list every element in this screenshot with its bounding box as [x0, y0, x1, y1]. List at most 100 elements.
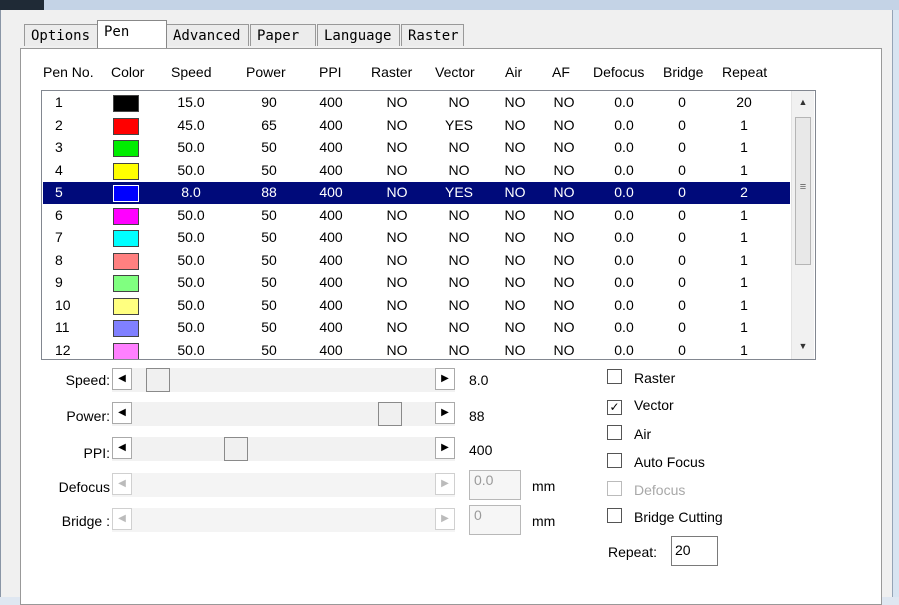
- ppi-value: 400: [469, 442, 493, 458]
- raster-checkbox[interactable]: Raster: [607, 369, 675, 389]
- table-row[interactable]: 12 50.0 50 400 NO NO NO NO 0.0 0 1: [43, 340, 790, 359]
- cell-repeat: 1: [740, 251, 748, 268]
- cell-speed: 8.0: [181, 184, 201, 200]
- cell-vector: NO: [448, 251, 470, 268]
- pen-color-swatch: [113, 342, 139, 359]
- cell-af: NO: [553, 94, 575, 110]
- speed-right-arrow-icon[interactable]: ▶: [435, 368, 455, 390]
- auto-focus-checkbox[interactable]: Auto Focus: [607, 453, 705, 473]
- pen-color-swatch: [113, 162, 139, 180]
- cell-power: 50: [261, 341, 277, 358]
- header-defocus: Defocus: [593, 64, 645, 80]
- cell-air: NO: [504, 229, 526, 245]
- table-row[interactable]: 4 50.0 50 400 NO NO NO NO 0.0 0 1: [43, 160, 790, 182]
- cell-af: NO: [553, 139, 575, 155]
- tab-language[interactable]: Language: [317, 24, 400, 46]
- checkbox-box[interactable]: [607, 425, 622, 440]
- checkbox-box[interactable]: ✓: [607, 400, 622, 415]
- cell-repeat: 1: [740, 139, 748, 155]
- vector-checkbox[interactable]: ✓ Vector: [607, 397, 674, 417]
- cell-air: NO: [504, 161, 526, 178]
- speed-slider-thumb[interactable]: [145, 368, 170, 392]
- table-row[interactable]: 2 45.0 65 400 NO YES NO NO 0.0 0 1: [43, 115, 790, 137]
- cell-speed: 50.0: [177, 251, 205, 268]
- checkbox-box: [607, 481, 622, 496]
- bridge-cutting-checkbox[interactable]: Bridge Cutting: [607, 508, 723, 528]
- cell-vector: NO: [448, 274, 470, 290]
- table-row[interactable]: 1 15.0 90 400 NO NO NO NO 0.0 0 20: [43, 92, 790, 114]
- cell-defocus: 0.0: [614, 94, 634, 110]
- ppi-slider-thumb[interactable]: [224, 437, 249, 461]
- cell-ppi: 400: [319, 161, 343, 178]
- table-row[interactable]: 5 8.0 88 400 NO YES NO NO 0.0 0 2: [43, 182, 790, 204]
- scroll-up-arrow-icon[interactable]: ▲: [792, 93, 814, 111]
- checkbox-box[interactable]: [607, 453, 622, 468]
- cell-defocus: 0.0: [614, 251, 634, 268]
- power-right-arrow-icon[interactable]: ▶: [435, 402, 455, 424]
- repeat-input[interactable]: 20: [671, 536, 718, 566]
- table-row[interactable]: 11 50.0 50 400 NO NO NO NO 0.0 0 1: [43, 317, 790, 339]
- table-row[interactable]: 6 50.0 50 400 NO NO NO NO 0.0 0 1: [43, 205, 790, 227]
- speed-value: 8.0: [469, 372, 489, 388]
- pen-table-header: Pen No. Color Speed Power PPI Raster Vec…: [40, 64, 800, 84]
- cell-air: NO: [504, 139, 526, 155]
- bridge-unit: mm: [532, 513, 556, 529]
- checkbox-box[interactable]: [607, 508, 622, 523]
- defocus-left-arrow-icon: ◀: [112, 473, 132, 495]
- cell-air: NO: [504, 184, 526, 200]
- cell-raster: NO: [386, 206, 408, 223]
- cell-repeat: 1: [740, 206, 748, 223]
- tab-options[interactable]: Options: [24, 24, 98, 46]
- tab-raster[interactable]: Raster: [401, 24, 464, 46]
- cell-power: 65: [261, 116, 277, 133]
- speed-left-arrow-icon[interactable]: ◀: [112, 368, 132, 390]
- table-row[interactable]: 3 50.0 50 400 NO NO NO NO 0.0 0 1: [43, 137, 790, 159]
- speed-label: Speed:: [65, 372, 110, 388]
- cell-air: NO: [504, 206, 526, 223]
- cell-speed: 50.0: [177, 296, 205, 313]
- header-vector: Vector: [435, 64, 475, 80]
- table-row[interactable]: 7 50.0 50 400 NO NO NO NO 0.0 0 1: [43, 227, 790, 249]
- ppi-left-arrow-icon[interactable]: ◀: [112, 437, 132, 459]
- cell-air: NO: [504, 94, 526, 110]
- pen-list[interactable]: 1 15.0 90 400 NO NO NO NO 0.0 0 20 2 45.0 65 400 NO YES N…: [41, 90, 816, 360]
- power-slider[interactable]: ◀ ▶: [112, 402, 455, 426]
- ppi-right-arrow-icon[interactable]: ▶: [435, 437, 455, 459]
- cell-bridge: 0: [678, 184, 686, 200]
- dialog-right-edge: [892, 10, 899, 597]
- cell-ppi: 400: [319, 341, 343, 358]
- cell-ppi: 400: [319, 94, 343, 110]
- ppi-slider[interactable]: ◀ ▶: [112, 437, 455, 461]
- speed-slider[interactable]: ◀ ▶: [112, 368, 455, 392]
- defocus-slider: ◀ ▶: [112, 473, 455, 497]
- tab-advanced[interactable]: Advanced: [166, 24, 249, 46]
- bridge-field: 0: [469, 505, 521, 535]
- tab-paper[interactable]: Paper: [250, 24, 316, 46]
- table-row[interactable]: 10 50.0 50 400 NO NO NO NO 0.0 0 1: [43, 295, 790, 317]
- cell-raster: NO: [386, 274, 408, 290]
- cell-pen: 6: [55, 206, 63, 223]
- checkbox-box[interactable]: [607, 369, 622, 384]
- tab-pen[interactable]: Pen: [97, 20, 167, 48]
- table-row[interactable]: 9 50.0 50 400 NO NO NO NO 0.0 0 1: [43, 272, 790, 294]
- scroll-down-arrow-icon[interactable]: ▼: [792, 337, 814, 355]
- header-raster: Raster: [371, 64, 413, 80]
- power-left-arrow-icon[interactable]: ◀: [112, 402, 132, 424]
- cell-vector: NO: [448, 206, 470, 223]
- cell-air: NO: [504, 319, 526, 335]
- scroll-thumb[interactable]: ≡: [795, 117, 811, 265]
- cell-vector: NO: [448, 94, 470, 110]
- cell-vector: NO: [448, 161, 470, 178]
- checkbox-label: Raster: [634, 370, 676, 386]
- cell-raster: NO: [386, 184, 408, 200]
- power-slider-thumb[interactable]: [377, 402, 402, 426]
- table-row[interactable]: 8 50.0 50 400 NO NO NO NO 0.0 0 1: [43, 250, 790, 272]
- pen-color-swatch: [113, 275, 139, 292]
- air-checkbox[interactable]: Air: [607, 425, 651, 445]
- defocus-checkbox: Defocus: [607, 481, 685, 501]
- cell-power: 50: [261, 319, 277, 335]
- defocus-field: 0.0: [469, 470, 521, 500]
- pen-list-scrollbar[interactable]: ▲ ≡ ▼: [791, 91, 814, 359]
- bridge-right-arrow-icon: ▶: [435, 508, 455, 530]
- checkbox-label: Bridge Cutting: [634, 509, 723, 525]
